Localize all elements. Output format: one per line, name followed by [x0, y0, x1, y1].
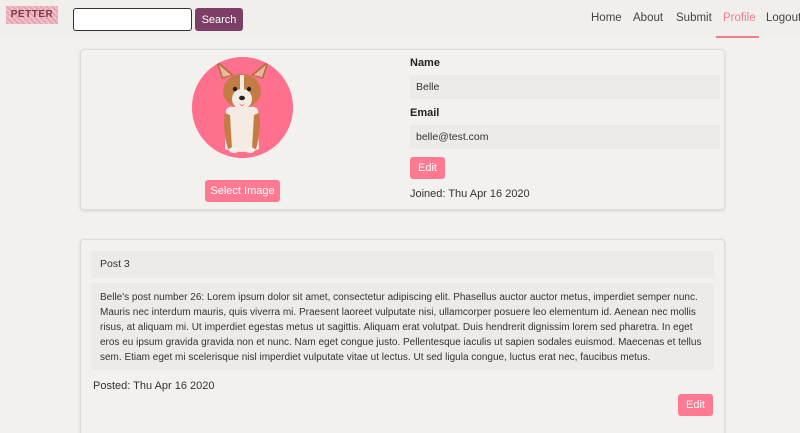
navbar: PETTER Search Home About Submit Profile … [0, 0, 800, 38]
active-tab-indicator [716, 36, 759, 38]
joined-date: Joined: Thu Apr 16 2020 [410, 188, 530, 200]
name-field: Belle [410, 75, 720, 99]
email-label: Email [410, 107, 440, 119]
post-title: Post 3 [91, 251, 714, 278]
nav-link-home[interactable]: Home [591, 12, 622, 24]
select-image-button[interactable]: Select Image [205, 180, 280, 202]
email-field: belle@test.com [410, 125, 720, 149]
profile-card: Select Image Name Belle Email belle@test… [80, 49, 725, 210]
post-card: Post 3 Belle's post number 26: Lorem ips… [80, 239, 725, 433]
posted-date: Posted: Thu Apr 16 2020 [93, 380, 215, 392]
nav-link-profile[interactable]: Profile [723, 12, 756, 24]
search-button[interactable]: Search [195, 8, 243, 31]
nav-link-logout[interactable]: Logout [766, 12, 800, 24]
search-input[interactable] [73, 8, 192, 31]
logo[interactable]: PETTER [6, 6, 58, 24]
post-body: Belle's post number 26: Lorem ipsum dolo… [91, 283, 714, 370]
avatar [192, 57, 293, 158]
edit-profile-button[interactable]: Edit [410, 157, 445, 179]
edit-post-button[interactable]: Edit [678, 394, 713, 416]
nav-link-submit[interactable]: Submit [676, 12, 712, 24]
name-label: Name [410, 57, 440, 69]
dog-photo-icon [192, 57, 293, 158]
nav-link-about[interactable]: About [633, 12, 663, 24]
